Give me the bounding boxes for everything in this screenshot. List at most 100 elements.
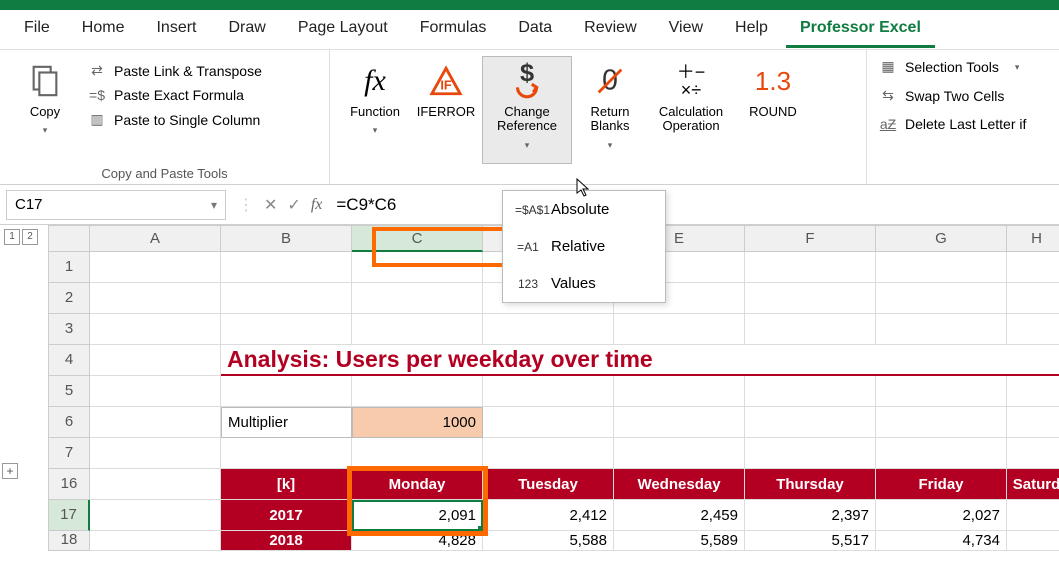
cell[interactable]	[1007, 314, 1059, 345]
chevron-down-icon[interactable]: ▾	[211, 198, 217, 212]
row-header[interactable]: 3	[48, 314, 90, 345]
year-2018[interactable]: 2018	[221, 531, 352, 551]
cell[interactable]	[745, 252, 876, 283]
cell[interactable]	[352, 252, 483, 283]
cell[interactable]	[1007, 252, 1059, 283]
accept-formula-icon[interactable]: ✓	[287, 195, 300, 215]
cell[interactable]	[745, 407, 876, 438]
change-reference-button[interactable]: $ Change Reference▾	[482, 56, 572, 164]
tab-help[interactable]: Help	[721, 11, 782, 48]
round-button[interactable]: 1.3 ROUND	[740, 56, 806, 164]
calculation-operation-button[interactable]: ＋−×÷ Calculation Operation	[648, 56, 734, 164]
tab-home[interactable]: Home	[68, 11, 139, 48]
cell[interactable]	[90, 531, 221, 551]
cell[interactable]	[352, 376, 483, 407]
row-header[interactable]: 7	[48, 438, 90, 469]
row-header[interactable]: 16	[48, 469, 90, 500]
row-header[interactable]: 5	[48, 376, 90, 407]
cell[interactable]	[876, 407, 1007, 438]
data-cell[interactable]: 2,027	[876, 500, 1007, 531]
data-cell[interactable]	[1007, 531, 1059, 551]
cell[interactable]	[483, 407, 614, 438]
formula-input[interactable]: =C9*C6	[328, 190, 1059, 220]
header-k[interactable]: [k]	[221, 469, 352, 500]
data-cell[interactable]: 5,517	[745, 531, 876, 551]
copy-button[interactable]: Copy ▾	[10, 56, 80, 164]
select-all-corner[interactable]	[48, 225, 90, 252]
cell[interactable]	[483, 376, 614, 407]
tab-formulas[interactable]: Formulas	[406, 11, 501, 48]
tab-draw[interactable]: Draw	[214, 11, 279, 48]
paste-exact-formula[interactable]: =$Paste Exact Formula	[86, 87, 262, 103]
col-header[interactable]: A	[90, 225, 221, 252]
col-header[interactable]: B	[221, 225, 352, 252]
multiplier-label-cell[interactable]: Multiplier	[221, 407, 352, 438]
cell[interactable]	[876, 283, 1007, 314]
cell[interactable]	[90, 252, 221, 283]
swap-two-cells[interactable]: ⇆Swap Two Cells	[877, 87, 1026, 104]
cell[interactable]	[876, 438, 1007, 469]
outline-level-1[interactable]: 1	[4, 229, 20, 245]
col-header[interactable]: C	[352, 225, 483, 252]
cell[interactable]	[90, 345, 221, 376]
header-mon[interactable]: Monday	[352, 469, 483, 500]
paste-link-transpose[interactable]: ⇄Paste Link & Transpose	[86, 62, 262, 79]
fx-icon[interactable]: fx	[311, 196, 323, 214]
cell[interactable]	[352, 283, 483, 314]
tab-data[interactable]: Data	[504, 11, 566, 48]
cell[interactable]	[876, 252, 1007, 283]
delete-last-letter[interactable]: aƵDelete Last Letter if	[877, 116, 1026, 132]
cancel-formula-icon[interactable]: ✕	[264, 195, 277, 215]
data-cell[interactable]	[1007, 500, 1059, 531]
data-cell[interactable]: 2,412	[483, 500, 614, 531]
cell[interactable]	[221, 283, 352, 314]
cell[interactable]	[90, 376, 221, 407]
data-cell[interactable]: 4,828	[352, 531, 483, 551]
row-header[interactable]: 1	[48, 252, 90, 283]
cell[interactable]	[90, 283, 221, 314]
cell[interactable]	[614, 314, 745, 345]
data-cell[interactable]: 2,091	[352, 500, 483, 531]
row-header[interactable]: 4	[48, 345, 90, 376]
col-header[interactable]: H	[1007, 225, 1059, 252]
multiplier-value-cell[interactable]: 1000	[352, 407, 483, 438]
cell[interactable]	[614, 376, 745, 407]
cell[interactable]	[483, 314, 614, 345]
tab-professor-excel[interactable]: Professor Excel	[786, 11, 935, 48]
header-tue[interactable]: Tuesday	[483, 469, 614, 500]
row-header[interactable]: 2	[48, 283, 90, 314]
cell[interactable]	[221, 376, 352, 407]
tab-review[interactable]: Review	[570, 11, 650, 48]
paste-single-column[interactable]: ▥Paste to Single Column	[86, 111, 262, 128]
row-header[interactable]: 18	[48, 531, 90, 551]
cell[interactable]	[745, 283, 876, 314]
cell[interactable]	[745, 314, 876, 345]
iferror-button[interactable]: IF IFERROR	[416, 56, 476, 164]
analysis-title[interactable]: Analysis: Users per weekday over time	[221, 345, 1059, 376]
header-thu[interactable]: Thursday	[745, 469, 876, 500]
cell[interactable]	[90, 407, 221, 438]
outline-expand[interactable]: +	[2, 463, 18, 479]
cell[interactable]	[483, 438, 614, 469]
cell[interactable]	[221, 252, 352, 283]
header-fri[interactable]: Friday	[876, 469, 1007, 500]
cell[interactable]	[745, 438, 876, 469]
dropdown-values[interactable]: 123Values	[503, 265, 665, 302]
name-box[interactable]: C17 ▾	[6, 190, 226, 220]
cell[interactable]	[90, 469, 221, 500]
row-header[interactable]: 17	[48, 500, 90, 531]
cell[interactable]	[876, 314, 1007, 345]
data-cell[interactable]: 4,734	[876, 531, 1007, 551]
cell[interactable]	[90, 438, 221, 469]
cell[interactable]	[1007, 438, 1059, 469]
tab-file[interactable]: File	[10, 11, 64, 48]
tab-insert[interactable]: Insert	[142, 11, 210, 48]
dropdown-absolute[interactable]: =$A$1Absolute	[503, 191, 665, 228]
data-cell[interactable]: 2,397	[745, 500, 876, 531]
cell[interactable]	[1007, 283, 1059, 314]
dropdown-relative[interactable]: =A1Relative	[503, 228, 665, 265]
cell[interactable]	[745, 376, 876, 407]
cell[interactable]	[221, 438, 352, 469]
cell[interactable]	[352, 438, 483, 469]
header-wed[interactable]: Wednesday	[614, 469, 745, 500]
